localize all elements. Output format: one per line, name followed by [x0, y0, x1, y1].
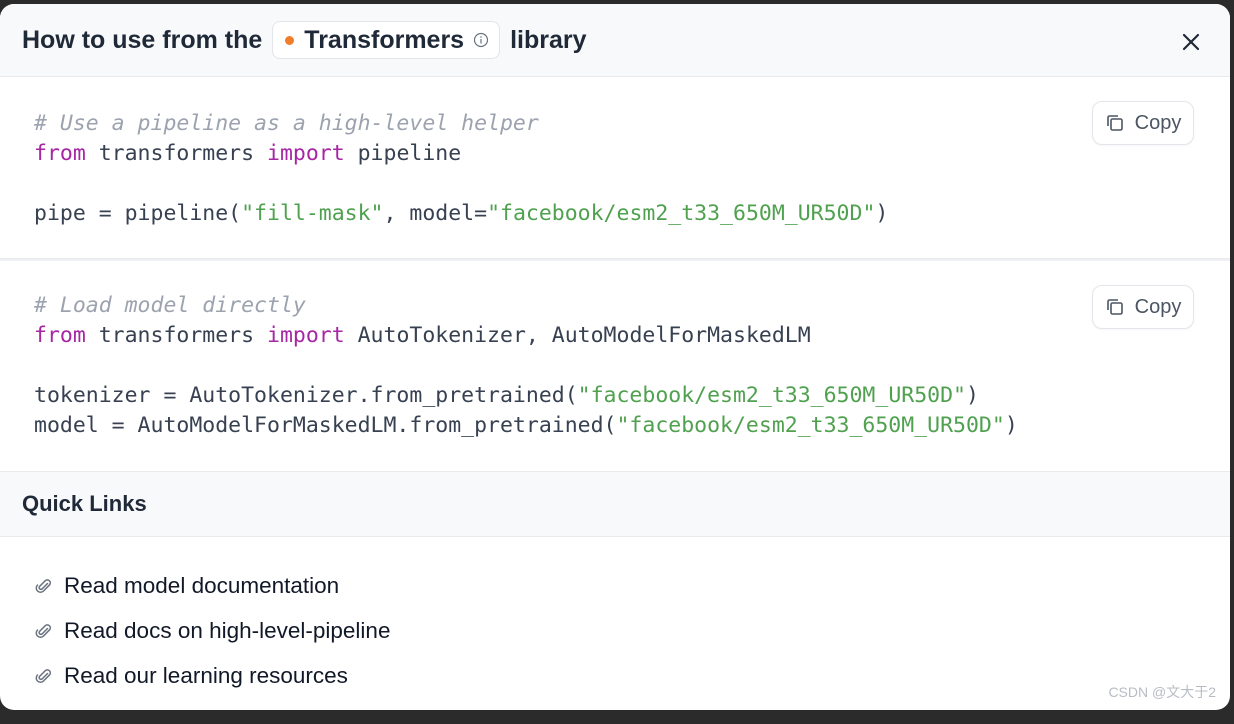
- link-learning-resources[interactable]: Read our learning resources: [0, 653, 1230, 698]
- title-suffix: library: [510, 25, 587, 54]
- modal-header: How to use from the Transformers library: [0, 4, 1230, 77]
- quick-links-header: Quick Links: [0, 472, 1230, 537]
- code-keyword: from: [34, 141, 86, 166]
- copy-label: Copy: [1134, 111, 1182, 134]
- close-icon[interactable]: [1180, 31, 1202, 53]
- code-keyword: import: [267, 141, 345, 166]
- code-text: ): [965, 383, 979, 408]
- pipeline-code-block: # Use a pipeline as a high-level helper …: [0, 77, 1230, 259]
- code-string: "fill-mask": [241, 201, 384, 226]
- library-name: Transformers: [304, 25, 465, 54]
- copy-icon: [1106, 299, 1123, 315]
- link-label: Read model documentation: [64, 572, 340, 598]
- library-chip[interactable]: Transformers: [272, 21, 501, 59]
- pipeline-code: # Use a pipeline as a high-level helper …: [34, 109, 888, 229]
- copy-icon: [1106, 115, 1123, 131]
- load-model-code: # Load model directly from transformers …: [34, 291, 1018, 441]
- copy-load-model-button[interactable]: Copy: [1092, 285, 1194, 329]
- title-prefix: How to use from the: [22, 25, 263, 54]
- code-string: "facebook/esm2_t33_650M_UR50D": [487, 201, 876, 226]
- link-label: Read our learning resources: [64, 662, 348, 688]
- paperclip-icon: [35, 668, 52, 683]
- link-high-level-pipeline[interactable]: Read docs on high-level-pipeline: [0, 608, 1230, 653]
- usage-modal: How to use from the Transformers library…: [0, 4, 1230, 710]
- link-label: Read docs on high-level-pipeline: [64, 617, 391, 643]
- code-text: pipe = pipeline(: [34, 201, 242, 226]
- code-text: , model=: [383, 201, 488, 226]
- code-comment: # Use a pipeline as a high-level helper: [34, 111, 539, 136]
- code-keyword: import: [267, 323, 345, 348]
- copy-pipeline-button[interactable]: Copy: [1092, 101, 1194, 145]
- copy-label: Copy: [1134, 295, 1182, 318]
- code-text: ): [875, 201, 889, 226]
- quick-links-title: Quick Links: [22, 491, 147, 516]
- quick-links-list: Read model documentation Read docs on hi…: [0, 537, 1230, 698]
- paperclip-icon: [35, 578, 52, 593]
- info-icon[interactable]: [473, 32, 489, 48]
- code-string: "facebook/esm2_t33_650M_UR50D": [616, 413, 1005, 438]
- code-text: tokenizer = AutoTokenizer.from_pretraine…: [34, 383, 578, 408]
- code-comment: # Load model directly: [34, 293, 306, 318]
- code-text: ): [1004, 413, 1018, 438]
- code-keyword: from: [34, 323, 86, 348]
- code-text: transformers: [85, 141, 267, 166]
- code-text: pipeline: [344, 141, 462, 166]
- paperclip-icon: [35, 623, 52, 638]
- link-model-documentation[interactable]: Read model documentation: [0, 563, 1230, 608]
- code-text: AutoTokenizer, AutoModelForMaskedLM: [344, 323, 811, 348]
- code-string: "facebook/esm2_t33_650M_UR50D": [577, 383, 966, 408]
- library-dot-icon: [285, 35, 295, 45]
- code-text: model = AutoModelForMaskedLM.from_pretra…: [34, 413, 617, 438]
- load-model-code-block: # Load model directly from transformers …: [0, 259, 1230, 472]
- watermark: CSDN @文大于2: [1108, 684, 1216, 700]
- code-text: transformers: [85, 323, 267, 348]
